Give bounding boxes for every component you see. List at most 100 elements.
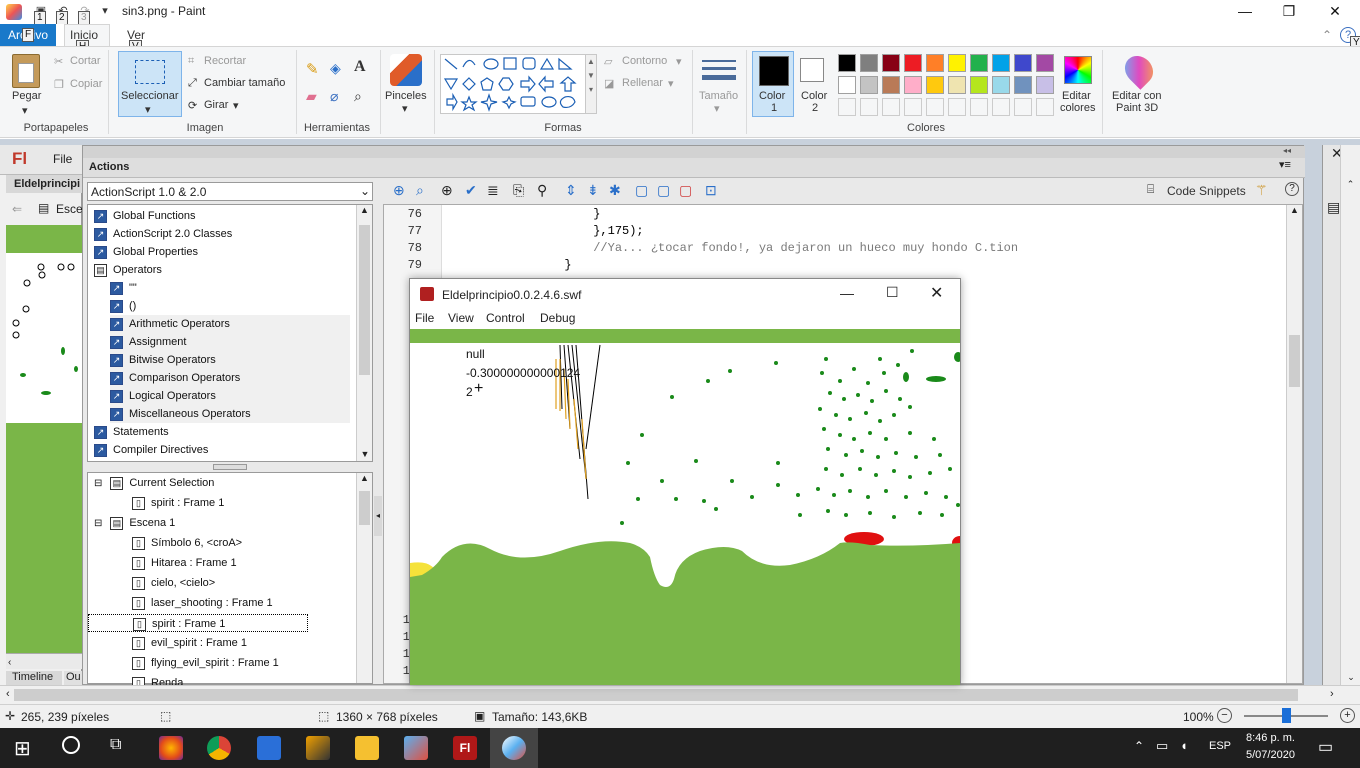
- color2-swatch[interactable]: [800, 58, 824, 82]
- find-icon[interactable]: ⌕: [416, 182, 424, 199]
- paint-horizontal-scrollbar[interactable]: ‹ ›: [0, 685, 1360, 704]
- palette-swatch[interactable]: [1014, 76, 1032, 94]
- navigator-item[interactable]: ▯ Símbolo 6, <croA>: [132, 534, 242, 552]
- swf-menu-item[interactable]: Debug: [540, 311, 575, 325]
- size-button[interactable]: Tamaño: [699, 90, 738, 102]
- copy-button[interactable]: Copiar: [70, 78, 102, 90]
- toolbox-item[interactable]: ↗ Miscellaneous Operators: [110, 405, 350, 423]
- toolbox-item[interactable]: ↗ Compiler Directives: [94, 441, 208, 459]
- fill-dropdown-icon[interactable]: ▾: [668, 77, 674, 90]
- paint-vertical-scrollbar[interactable]: ⌃ ⌄: [1340, 145, 1360, 685]
- task-view-icon[interactable]: ⧉: [110, 736, 121, 754]
- swf-menu-item[interactable]: File: [415, 311, 434, 325]
- custom-color-slot[interactable]: [926, 98, 944, 116]
- language-indicator[interactable]: ESP: [1209, 740, 1231, 752]
- search-icon[interactable]: [62, 736, 80, 754]
- toolbox-scrollbar[interactable]: ▲ ▼: [356, 205, 372, 461]
- brushes-button[interactable]: Pinceles: [385, 90, 427, 102]
- rotate-button[interactable]: Girar: [204, 99, 228, 111]
- custom-color-slot[interactable]: [838, 98, 856, 116]
- document-tab[interactable]: Eldelprincipi: [14, 178, 80, 190]
- toolbox-item[interactable]: ↗ "": [110, 279, 137, 297]
- horizontal-scroll-thumb[interactable]: [14, 689, 1298, 701]
- code-line[interactable]: },175);: [478, 224, 643, 238]
- toolbox-item[interactable]: ▤ Operators: [94, 261, 162, 279]
- text-icon[interactable]: A: [354, 58, 366, 76]
- palette-swatch[interactable]: [992, 54, 1010, 72]
- toolbox-item[interactable]: ↗ (): [110, 297, 136, 315]
- palette-swatch[interactable]: [948, 76, 966, 94]
- code-snippets-button[interactable]: Code Snippets: [1167, 184, 1246, 198]
- code-line[interactable]: //Ya... ¿tocar fondo!, ya dejaron un hue…: [478, 241, 1018, 255]
- custom-color-slot[interactable]: [882, 98, 900, 116]
- shapes-scroll[interactable]: ▲ ▼ ▾: [585, 54, 597, 114]
- palette-swatch[interactable]: [926, 76, 944, 94]
- color2-label[interactable]: Color: [801, 90, 827, 102]
- navigator-item[interactable]: ▯ spirit : Frame 1: [88, 614, 308, 632]
- palette-swatch[interactable]: [970, 54, 988, 72]
- eraser-icon[interactable]: ▰: [306, 88, 317, 105]
- scroll-left-icon[interactable]: ‹: [6, 657, 11, 668]
- pencil-icon[interactable]: ✎: [306, 60, 319, 78]
- palette-swatch[interactable]: [948, 54, 966, 72]
- shapes-gallery[interactable]: [440, 54, 596, 114]
- close-button[interactable]: ✕: [1312, 0, 1358, 24]
- swf-stage[interactable]: null -0.300000000000124 2 +: [410, 329, 960, 685]
- color1-button[interactable]: Color 1: [752, 51, 794, 117]
- toolbox-item[interactable]: ↗ Comparison Operators: [110, 369, 350, 387]
- clock-date[interactable]: 5/07/2020: [1246, 749, 1295, 761]
- paint-app-icon[interactable]: [6, 4, 22, 20]
- clock-time[interactable]: 8:46 p. m.: [1246, 732, 1295, 744]
- palette-swatch[interactable]: [970, 76, 988, 94]
- remove-comment-icon[interactable]: ▢: [679, 182, 692, 199]
- properties-icon[interactable]: ▤: [1327, 199, 1340, 216]
- custom-color-slot[interactable]: [992, 98, 1010, 116]
- collapse-braces-icon[interactable]: ⇕: [565, 182, 577, 199]
- navigator-item[interactable]: ▯ flying_evil_spirit : Frame 1: [132, 654, 279, 672]
- navigator-item[interactable]: ▯ Hitarea : Frame 1: [132, 554, 237, 572]
- collapse-selection-icon[interactable]: ⇟: [587, 182, 599, 199]
- swf-maximize-button[interactable]: ☐: [886, 284, 899, 301]
- palette-swatch[interactable]: [882, 54, 900, 72]
- crop-button[interactable]: Recortar: [204, 55, 246, 67]
- outline-button[interactable]: Contorno: [622, 55, 667, 67]
- firefox-icon[interactable]: [159, 736, 183, 760]
- toolbox-item[interactable]: ↗ ActionScript 2.0 Classes: [94, 225, 232, 243]
- paste-dropdown-icon[interactable]: ▾: [22, 104, 28, 117]
- chrome-icon[interactable]: [207, 736, 231, 760]
- select-button[interactable]: Seleccionar ▾: [118, 51, 182, 117]
- palette-swatch[interactable]: [882, 76, 900, 94]
- ribbon-collapse-icon[interactable]: ⌃: [1322, 28, 1332, 42]
- file-explorer-icon[interactable]: [355, 736, 379, 760]
- toolbox-item[interactable]: ↗ Global Properties: [94, 243, 198, 261]
- custom-color-slot[interactable]: [1014, 98, 1032, 116]
- palette-swatch[interactable]: [1014, 54, 1032, 72]
- navigator-scrollbar[interactable]: ▲: [356, 473, 372, 683]
- timeline-tab[interactable]: Timeline: [6, 671, 62, 685]
- palette-swatch[interactable]: [1036, 54, 1054, 72]
- color-picker-icon[interactable]: ⌀: [330, 88, 338, 105]
- custom-color-slot[interactable]: [1036, 98, 1054, 116]
- zoom-in-button[interactable]: +: [1340, 708, 1355, 723]
- fill-icon[interactable]: ◈: [330, 60, 341, 77]
- toolbox-item[interactable]: ↗ Global Functions: [94, 207, 196, 225]
- custom-color-slot[interactable]: [904, 98, 922, 116]
- volume-icon[interactable]: ◖: [1180, 738, 1188, 753]
- fill-shape-icon[interactable]: ◪: [604, 77, 614, 90]
- paint3d-button[interactable]: Editar con: [1112, 90, 1162, 102]
- app-icon[interactable]: [306, 736, 330, 760]
- toolbox-item[interactable]: ↗ Assignment: [110, 333, 350, 351]
- maximize-button[interactable]: ❐: [1266, 0, 1312, 24]
- resize-icon[interactable]: ⤢: [188, 77, 197, 90]
- output-tab[interactable]: Ou: [64, 671, 82, 685]
- paint-taskbar-icon[interactable]: [404, 736, 428, 760]
- fill-button[interactable]: Rellenar: [622, 77, 663, 89]
- code-snippets-icon[interactable]: ⌸: [1147, 182, 1154, 197]
- zoom-out-button[interactable]: −: [1217, 708, 1232, 723]
- toolbox-item[interactable]: ↗ Logical Operators: [110, 387, 350, 405]
- edit-colors-button[interactable]: Editar: [1062, 90, 1091, 102]
- zoom-slider-thumb[interactable]: [1282, 708, 1291, 723]
- expand-all-icon[interactable]: ✱: [609, 182, 621, 199]
- navigator-item[interactable]: ▯ evil_spirit : Frame 1: [132, 634, 247, 652]
- paste-button[interactable]: Pegar: [12, 90, 41, 102]
